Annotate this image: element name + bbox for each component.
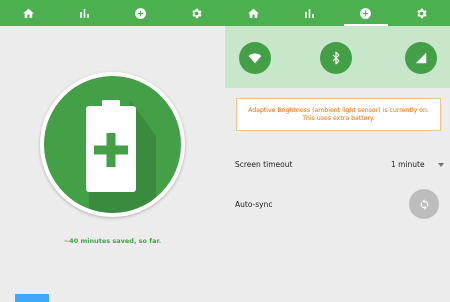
auto-sync-label: Auto-sync [235, 200, 273, 209]
home-icon [22, 8, 34, 18]
saver-pane: ~40 minutes saved, so far. [0, 26, 225, 302]
savings-text: ~40 minutes saved, so far. [63, 237, 162, 245]
tab-settings[interactable] [169, 0, 225, 26]
tab-stats-2[interactable] [281, 0, 337, 26]
wifi-toggle[interactable] [239, 42, 271, 74]
gear-icon [192, 8, 203, 18]
settings-pane: Adaptive brightness (ambient light senso… [225, 26, 450, 300]
gear-icon [417, 8, 428, 18]
cellular-signal-icon [415, 52, 427, 64]
add-circle-icon [360, 7, 372, 19]
wifi-icon [248, 53, 262, 64]
tab-home[interactable] [0, 0, 56, 26]
bluetooth-toggle[interactable] [320, 42, 352, 74]
auto-sync-toggle[interactable] [409, 189, 439, 219]
battery-saver-button[interactable] [40, 72, 185, 217]
quick-toggles-bar [225, 26, 450, 88]
add-circle-icon [135, 7, 147, 19]
tab-saver[interactable] [113, 0, 169, 26]
mobile-data-toggle[interactable] [405, 42, 437, 74]
brightness-warning[interactable]: Adaptive brightness (ambient light senso… [236, 98, 441, 131]
sync-icon [420, 198, 428, 210]
bar-chart-icon [305, 8, 314, 18]
screen-timeout-label: Screen timeout [235, 160, 293, 169]
home-icon [247, 8, 259, 18]
screen-timeout-dropdown[interactable]: 1 minute [391, 160, 425, 169]
tab-settings-2[interactable] [394, 0, 450, 26]
bar-chart-icon [80, 8, 89, 18]
dropdown-arrow-icon[interactable] [438, 163, 444, 167]
bluetooth-icon [332, 51, 340, 65]
partially-visible-button[interactable] [15, 294, 49, 302]
battery-plus-icon [86, 100, 156, 213]
tab-saver-2[interactable] [338, 0, 394, 26]
tab-bar [0, 0, 450, 26]
tab-stats[interactable] [56, 0, 112, 26]
tab-home-2[interactable] [225, 0, 281, 26]
battery-circle-fill [44, 76, 181, 213]
